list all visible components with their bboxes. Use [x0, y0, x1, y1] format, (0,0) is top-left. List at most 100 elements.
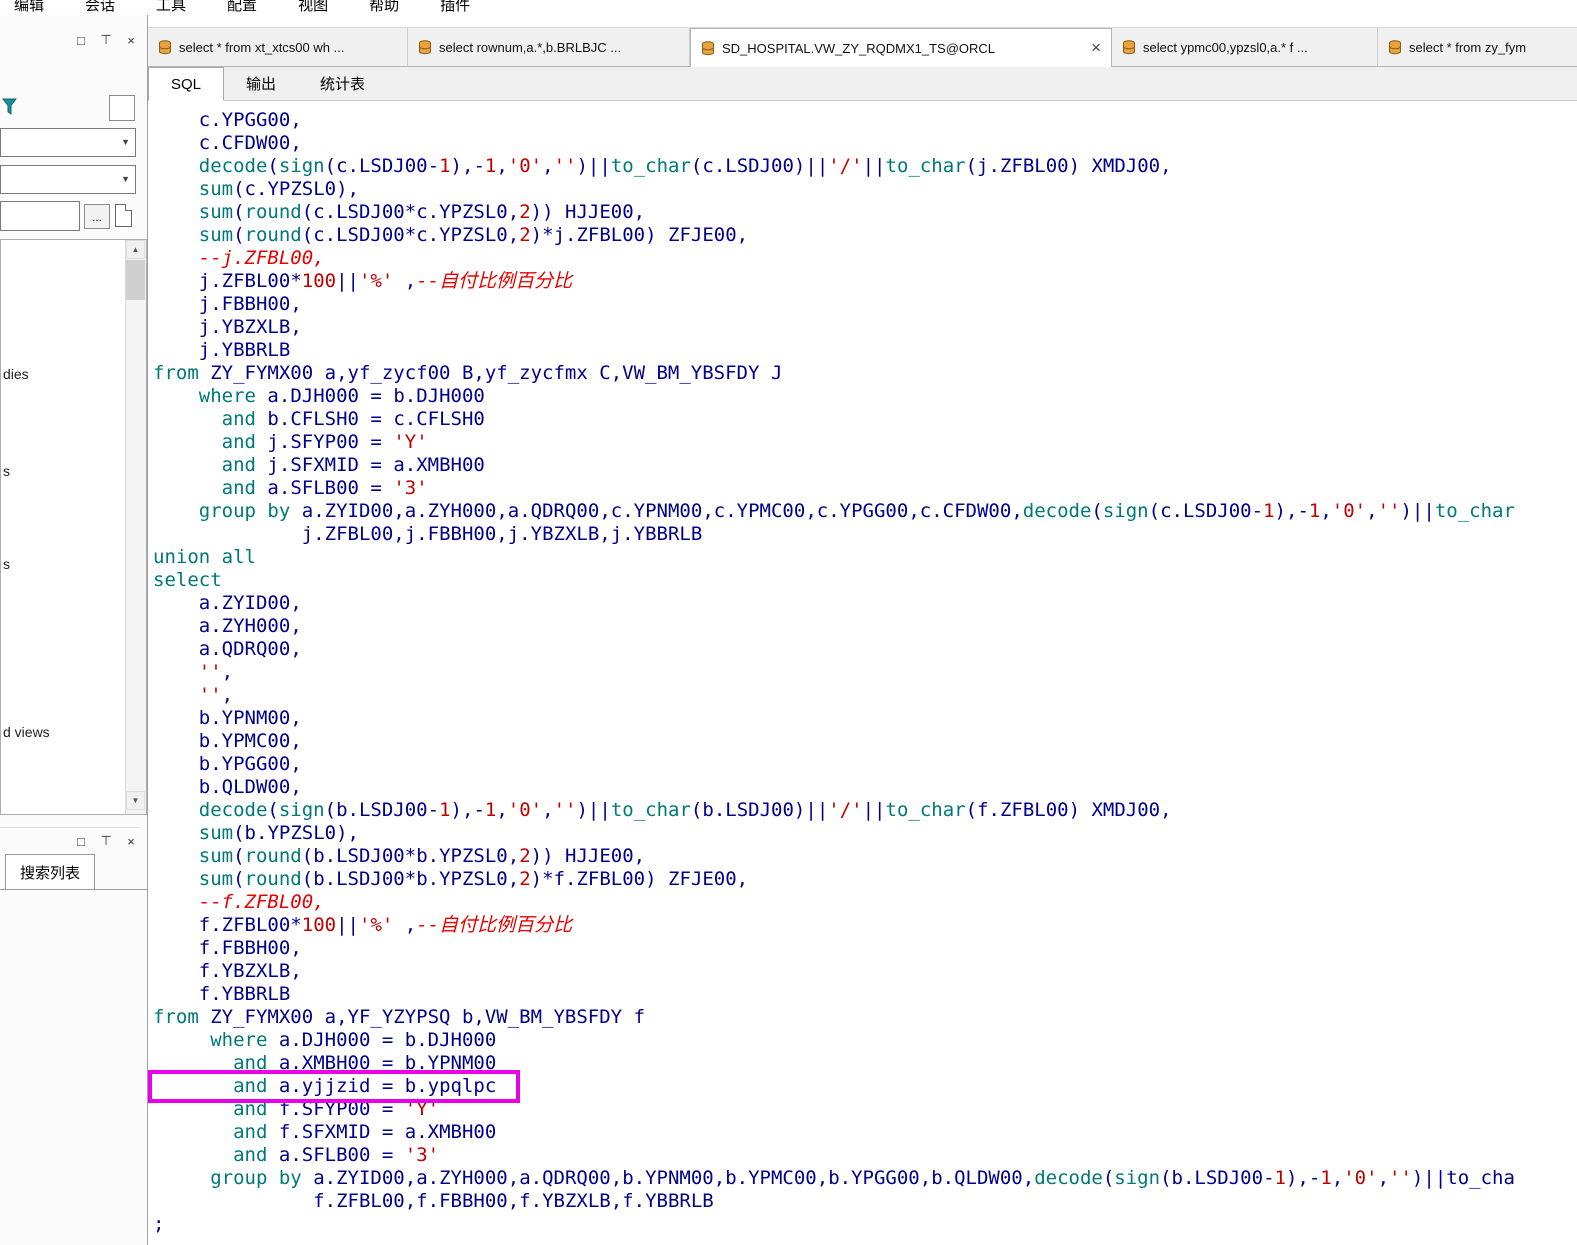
- code-line: sum(b.YPZSL0),: [198, 822, 359, 844]
- result-tab-输出[interactable]: 输出: [224, 67, 298, 100]
- code-line: decode(sign(b.LSDJ00-1),-1,'0','')||to_c…: [198, 799, 1172, 821]
- code-line: --j.ZFBL00,: [198, 247, 325, 269]
- sql-editor[interactable]: c.YPGG00, c.CFDW00, decode(sign(c.LSDJ00…: [148, 101, 1577, 1245]
- tree-item-label[interactable]: d views: [3, 724, 50, 740]
- scroll-down-button[interactable]: ▼: [126, 791, 145, 810]
- new-file-icon[interactable]: [115, 204, 132, 227]
- restore-icon[interactable]: □: [73, 33, 89, 48]
- sql-window: select * from xt_xtcs00 wh ... select row…: [147, 15, 1577, 1245]
- code-line: '',: [198, 684, 234, 706]
- sql-window-tab[interactable]: select rownum,a.*,b.BRLBJC ...: [408, 28, 690, 66]
- code-line: sum(round(c.LSDJ00*c.YPZSL0,2)*j.ZFBL00)…: [198, 224, 749, 246]
- code-line: c.YPGG00,: [198, 109, 302, 131]
- code-line: and a.XMBH00 = b.YPNM00: [233, 1052, 497, 1074]
- chevron-down-icon: ▼: [121, 174, 130, 184]
- close-icon[interactable]: ×: [123, 834, 139, 849]
- close-icon[interactable]: ×: [1081, 38, 1101, 58]
- code-line: b.YPMC00,: [198, 730, 302, 752]
- code-line: where a.DJH000 = b.DJH000: [210, 1029, 497, 1051]
- code-line: and a.yjjzid = b.ypqlpc: [233, 1075, 497, 1097]
- code-line: f.FBBH00,: [198, 937, 302, 959]
- menu-item[interactable]: 插件: [440, 0, 470, 15]
- scrollbar-thumb[interactable]: [126, 260, 145, 300]
- menu-item[interactable]: 会话: [85, 0, 115, 15]
- code-line: j.YBBRLB: [198, 339, 291, 361]
- menu-item[interactable]: 工具: [156, 0, 186, 15]
- code-line: sum(round(b.LSDJ00*b.YPZSL0,2)*f.ZFBL00)…: [198, 868, 749, 890]
- menu-item[interactable]: 帮助: [369, 0, 399, 15]
- sidebar-square-button[interactable]: [109, 95, 135, 121]
- tree-item-label[interactable]: dies: [3, 366, 29, 382]
- page-fold: [125, 204, 132, 211]
- code-line: j.ZFBL00*100||'%' ,--自付比例百分比: [198, 270, 573, 292]
- tree-item-label[interactable]: s: [3, 463, 10, 479]
- sql-window-tab[interactable]: select * from zy_fym: [1378, 28, 1577, 66]
- code-line: and a.SFLB00 = '3': [221, 477, 428, 499]
- code-line: b.QLDW00,: [198, 776, 302, 798]
- code-line: sum(round(c.LSDJ00*c.YPZSL0,2)) HJJE00,: [198, 201, 646, 223]
- code-line: and f.SFYP00 = 'Y': [233, 1098, 440, 1120]
- code-line: sum(c.YPZSL0),: [198, 178, 359, 200]
- search-dock-header: □ ⊤ ×: [0, 827, 139, 854]
- filter-icon[interactable]: [2, 98, 17, 116]
- code-line: group by a.ZYID00,a.ZYH000,a.QDRQ00,c.YP…: [198, 500, 1515, 522]
- code-line: c.CFDW00,: [198, 132, 302, 154]
- result-tab-sql[interactable]: SQL: [148, 67, 225, 101]
- menu-item[interactable]: 视图: [298, 0, 328, 15]
- menu-item[interactable]: 配置: [227, 0, 257, 15]
- code-line: sum(round(b.LSDJ00*b.YPZSL0,2)) HJJE00,: [198, 845, 646, 867]
- result-tab-统计表[interactable]: 统计表: [298, 67, 387, 100]
- code-line: j.YBZXLB,: [198, 316, 302, 338]
- tree-item-label[interactable]: s: [3, 556, 10, 572]
- tab-label: select ypmc00,ypzsl0,a.* f ...: [1143, 39, 1308, 55]
- tab-label: select * from zy_fym: [1409, 39, 1527, 55]
- scroll-up-button[interactable]: ▲: [126, 240, 145, 259]
- database-icon: [418, 39, 432, 55]
- code-line: j.ZFBL00,j.FBBH00,j.YBZXLB,j.YBBRLB: [301, 523, 703, 545]
- code-line: f.ZFBL00,f.FBBH00,f.YBZXLB,f.YBBRLB: [313, 1190, 714, 1212]
- tab-label: select rownum,a.*,b.BRLBJC ...: [439, 39, 622, 55]
- browser-dropdown-2[interactable]: ▼: [0, 165, 136, 194]
- tree-scrollbar[interactable]: ▲ ▼: [125, 240, 146, 814]
- tab-label: select * from xt_xtcs00 wh ...: [179, 39, 345, 55]
- database-icon: [158, 39, 172, 55]
- object-browser-tree[interactable]: dies s s d views ▲ ▼: [0, 239, 147, 815]
- database-icon: [1388, 39, 1402, 55]
- result-tab-bar: SQL 输出 统计表: [148, 67, 1577, 101]
- code-line: and j.SFXMID = a.XMBH00: [221, 454, 485, 476]
- sql-window-tab[interactable]: select * from xt_xtcs00 wh ...: [148, 28, 408, 66]
- browser-filter-row: ...: [0, 201, 147, 233]
- sql-window-tab[interactable]: SD_HOSPITAL.VW_ZY_RQDMX1_TS@ORCL ×: [690, 28, 1112, 67]
- code-line: b.YPNM00,: [198, 707, 302, 729]
- browser-toolbar: [2, 95, 137, 123]
- browser-dock-header: □ ⊤ ×: [0, 27, 139, 53]
- top-spacer: [148, 15, 1577, 27]
- tab-label: SD_HOSPITAL.VW_ZY_RQDMX1_TS@ORCL: [722, 40, 996, 56]
- code-line: j.FBBH00,: [198, 293, 302, 315]
- code-line: and a.SFLB00 = '3': [233, 1144, 440, 1166]
- code-line: a.QDRQ00,: [198, 638, 302, 660]
- code-line: --f.ZFBL00,: [198, 891, 325, 913]
- left-sidebar: □ ⊤ × ▼ ▼ ... dies s s d views ▲ ▼ □ ⊤ ×…: [0, 15, 147, 1245]
- code-line: and b.CFLSH0 = c.CFLSH0: [221, 408, 485, 430]
- code-line: b.YPGG00,: [198, 753, 302, 775]
- code-line: group by a.ZYID00,a.ZYH000,a.QDRQ00,b.YP…: [210, 1167, 1515, 1189]
- pin-icon[interactable]: ⊤: [98, 32, 114, 48]
- browser-dropdown-1[interactable]: ▼: [0, 128, 136, 157]
- tab-search-list[interactable]: 搜索列表: [5, 854, 96, 889]
- code-line: f.ZFBL00*100||'%' ,--自付比例百分比: [198, 914, 573, 936]
- close-icon[interactable]: ×: [123, 33, 139, 48]
- database-icon: [701, 40, 715, 56]
- browse-button[interactable]: ...: [84, 204, 110, 229]
- menu-item[interactable]: 编辑: [14, 0, 44, 15]
- browser-filter-input[interactable]: [0, 201, 80, 231]
- sql-window-tab[interactable]: select ypmc00,ypzsl0,a.* f ...: [1112, 28, 1378, 66]
- pin-icon[interactable]: ⊤: [98, 833, 114, 849]
- code-line: and f.SFXMID = a.XMBH00: [233, 1121, 497, 1143]
- code-area: c.YPGG00, c.CFDW00, decode(sign(c.LSDJ00…: [148, 101, 1577, 1245]
- code-line: ;: [153, 1213, 165, 1235]
- code-line: a.ZYH000,: [198, 615, 302, 637]
- database-icon: [1122, 39, 1136, 55]
- restore-icon[interactable]: □: [73, 834, 89, 849]
- code-line: a.ZYID00,: [198, 592, 302, 614]
